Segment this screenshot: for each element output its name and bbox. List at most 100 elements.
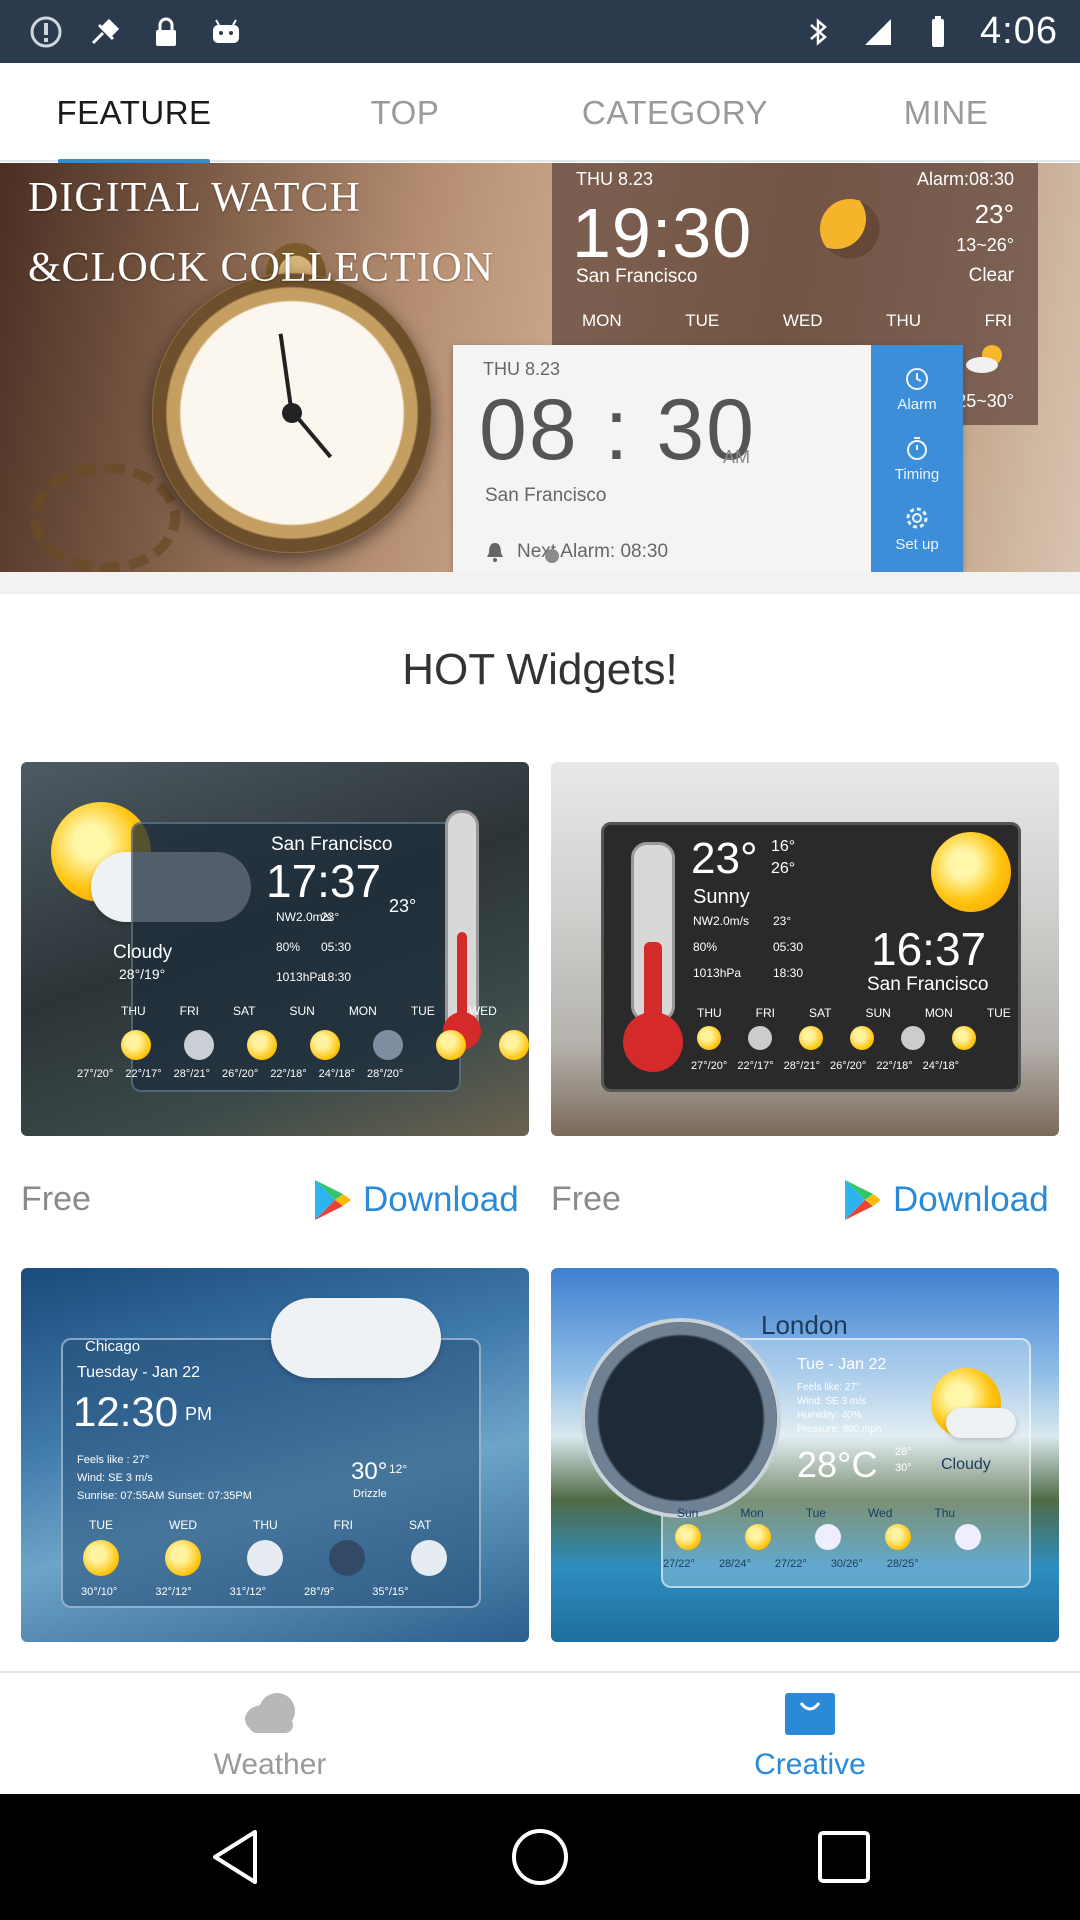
card4-detail: Pressure: 800 mph — [797, 1424, 882, 1435]
card2-detail: NW2.0m/s — [693, 914, 750, 928]
home-icon[interactable] — [507, 1824, 573, 1890]
day-label: FRI — [179, 1004, 200, 1018]
back-widget-fri-range: 25~30° — [956, 391, 1014, 411]
setup-item: Set up — [895, 504, 939, 553]
thermometer-fill — [644, 942, 662, 1022]
range-label: 22°/17° — [125, 1068, 162, 1080]
card1-range: 28°/19° — [119, 966, 166, 982]
card4-lo: 30° — [895, 1462, 912, 1474]
banner-title-line1: DIGITAL WATCH — [28, 175, 361, 221]
bottom-nav: Weather Creative — [0, 1671, 1080, 1793]
day-label: SUN — [289, 1004, 315, 1018]
range-label: 28/25° — [886, 1558, 919, 1570]
card1-city: San Francisco — [271, 834, 393, 855]
sun-icon — [745, 1524, 771, 1550]
day-label: SUN — [865, 1006, 891, 1020]
day-label: MON — [582, 311, 622, 330]
back-widget-temp: 23° — [974, 199, 1014, 229]
system-nav-bar — [0, 1794, 1080, 1920]
day-label: THU — [121, 1004, 146, 1018]
android-icon — [208, 14, 244, 50]
widget-card-image-3[interactable]: Chicago Tuesday - Jan 22 12:30 PM Feels … — [21, 1268, 529, 1642]
card4-condition: Cloudy — [941, 1456, 991, 1473]
tab-mine[interactable]: MINE — [896, 63, 996, 162]
analog-clock-graphic — [581, 1318, 781, 1518]
day-label: SAT — [233, 1004, 256, 1018]
card1-time: 17:37 — [266, 855, 382, 907]
sun-icon — [83, 1540, 119, 1576]
fake-gps-icon — [88, 14, 124, 50]
bluetooth-icon — [800, 14, 836, 50]
back-widget-city: San Francisco — [576, 266, 698, 287]
day-label: MON — [924, 1006, 953, 1020]
storm-icon — [329, 1540, 365, 1576]
card1-temp: 23° — [389, 896, 417, 916]
range-label: 27/22° — [774, 1558, 807, 1570]
status-icons-left — [28, 14, 244, 50]
feature-banner[interactable]: DIGITAL WATCH &CLOCK COLLECTION THU 8.23… — [0, 163, 1080, 572]
nav-creative[interactable]: Creative — [710, 1673, 910, 1795]
widget-card-image-1[interactable]: San Francisco 17:37 23° Cloudy 28°/19° N… — [21, 762, 529, 1136]
range-label: 28°/9° — [303, 1586, 335, 1598]
tab-feature[interactable]: FEATURE — [56, 63, 211, 164]
card3-date: Tuesday - Jan 22 — [77, 1364, 201, 1381]
card1-condition: Cloudy — [113, 942, 173, 963]
alarm-label: Alarm — [897, 395, 937, 413]
bag-icon — [781, 1687, 839, 1742]
card1-forecast-ranges: 27°/20° 22°/17° 28°/21° 26°/20° 22°/18° 24°/1… — [77, 1068, 403, 1080]
sun-icon — [931, 832, 1011, 912]
range-label: 27°/20° — [77, 1068, 114, 1080]
day-label: WED — [468, 1004, 497, 1018]
storm-icon — [373, 1030, 403, 1060]
back-icon[interactable] — [203, 1824, 269, 1890]
card2-forecast-icons — [697, 1026, 976, 1050]
range-label: 26°/20° — [829, 1060, 867, 1072]
download-label: Download — [893, 1180, 1049, 1219]
nav-weather[interactable]: Weather — [170, 1673, 370, 1795]
card4-hi: 28° — [895, 1446, 912, 1458]
back-widget-days: MON TUE WED THU FRI — [582, 311, 1012, 331]
range-label: 22°/18° — [270, 1068, 307, 1080]
card2-download-button[interactable]: Download — [843, 1178, 1049, 1222]
card2-price: Free — [551, 1180, 621, 1218]
range-label: 28°/21° — [783, 1060, 820, 1072]
day-label: TUE — [410, 1004, 435, 1018]
card2-time: 16:37 — [871, 923, 987, 975]
widget-card-image-2[interactable]: 23° 16° 26° Sunny NW2.0m/s 80% 1013hPa 2… — [551, 762, 1059, 1136]
alert-icon — [28, 14, 64, 50]
day-label: TUE — [986, 1006, 1011, 1020]
nav-weather-label: Weather — [213, 1747, 327, 1781]
day-label: FRI — [755, 1006, 776, 1020]
day-label: Tue — [805, 1506, 826, 1520]
card3-temp2: 12° — [389, 1462, 408, 1476]
card3-forecast-days: TUE WED THU FRI SAT — [89, 1518, 431, 1532]
day-label: Wed — [867, 1506, 893, 1520]
widget-card-image-4[interactable]: London Tue - Jan 22 Feels like: 27° Wind… — [551, 1268, 1059, 1642]
range-label: 22°/17° — [737, 1060, 774, 1072]
card4-date: Tue - Jan 22 — [797, 1356, 887, 1373]
range-label: 28°/21° — [173, 1068, 210, 1080]
card2-detail2: 05:30 — [773, 940, 804, 954]
tab-category[interactable]: CATEGORY — [580, 63, 770, 162]
recent-apps-icon[interactable] — [811, 1824, 877, 1890]
range-label: 30/26° — [830, 1558, 863, 1570]
nav-creative-label: Creative — [754, 1747, 866, 1781]
card1-download-button[interactable]: Download — [313, 1178, 519, 1222]
front-widget-sidebar: Alarm Timing Set up — [871, 345, 963, 572]
range-label: 35°/15° — [372, 1586, 409, 1598]
status-time: 4:06 — [980, 10, 1058, 52]
tab-top[interactable]: TOP — [360, 63, 450, 162]
day-label: Sun — [677, 1506, 699, 1520]
day-label: THU — [697, 1006, 722, 1020]
banner-page-indicator[interactable] — [545, 549, 559, 563]
google-play-icon — [315, 1180, 351, 1220]
card3-ampm: PM — [185, 1404, 212, 1424]
cloud-icon — [955, 1524, 981, 1550]
rain-icon — [247, 1540, 283, 1576]
sun-icon — [952, 1026, 976, 1050]
sun-icon — [799, 1026, 823, 1050]
back-widget-alarm: Alarm:08:30 — [916, 169, 1014, 189]
card3-sun: Sunrise: 07:55AM Sunset: 07:35PM — [77, 1490, 252, 1502]
card1-detail: 80% — [276, 940, 301, 954]
sun-icon — [675, 1524, 701, 1550]
